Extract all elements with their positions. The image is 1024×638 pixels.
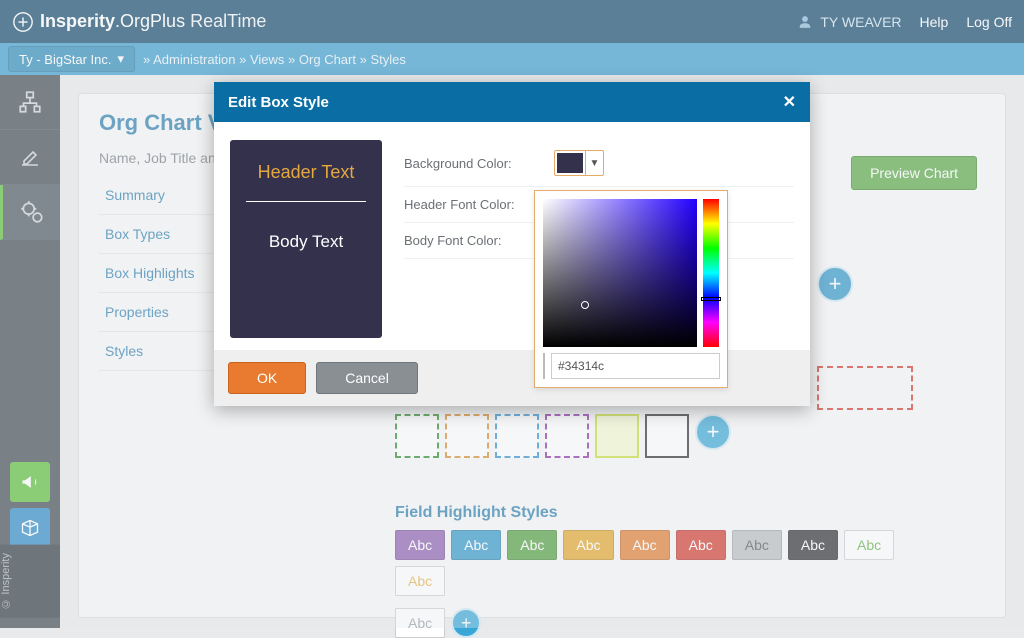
modal-header: Edit Box Style ✕ [214,82,810,122]
ok-button[interactable]: OK [228,362,306,394]
hex-input[interactable] [551,353,720,379]
current-color-swatch [543,353,545,379]
color-picker[interactable] [534,190,728,388]
hue-cursor[interactable] [701,297,721,301]
bg-color-dropdown[interactable]: ▼ [554,150,604,176]
style-preview-box: Header Text Body Text [230,140,382,338]
chevron-down-icon[interactable]: ▼ [585,151,603,175]
bg-color-row: Background Color: ▼ [404,140,794,187]
sv-cursor[interactable] [581,301,589,309]
bg-color-swatch [557,153,583,173]
hue-slider[interactable] [703,199,719,347]
cancel-button[interactable]: Cancel [316,362,418,394]
close-icon[interactable]: ✕ [783,92,796,112]
saturation-value-area[interactable] [543,199,697,347]
